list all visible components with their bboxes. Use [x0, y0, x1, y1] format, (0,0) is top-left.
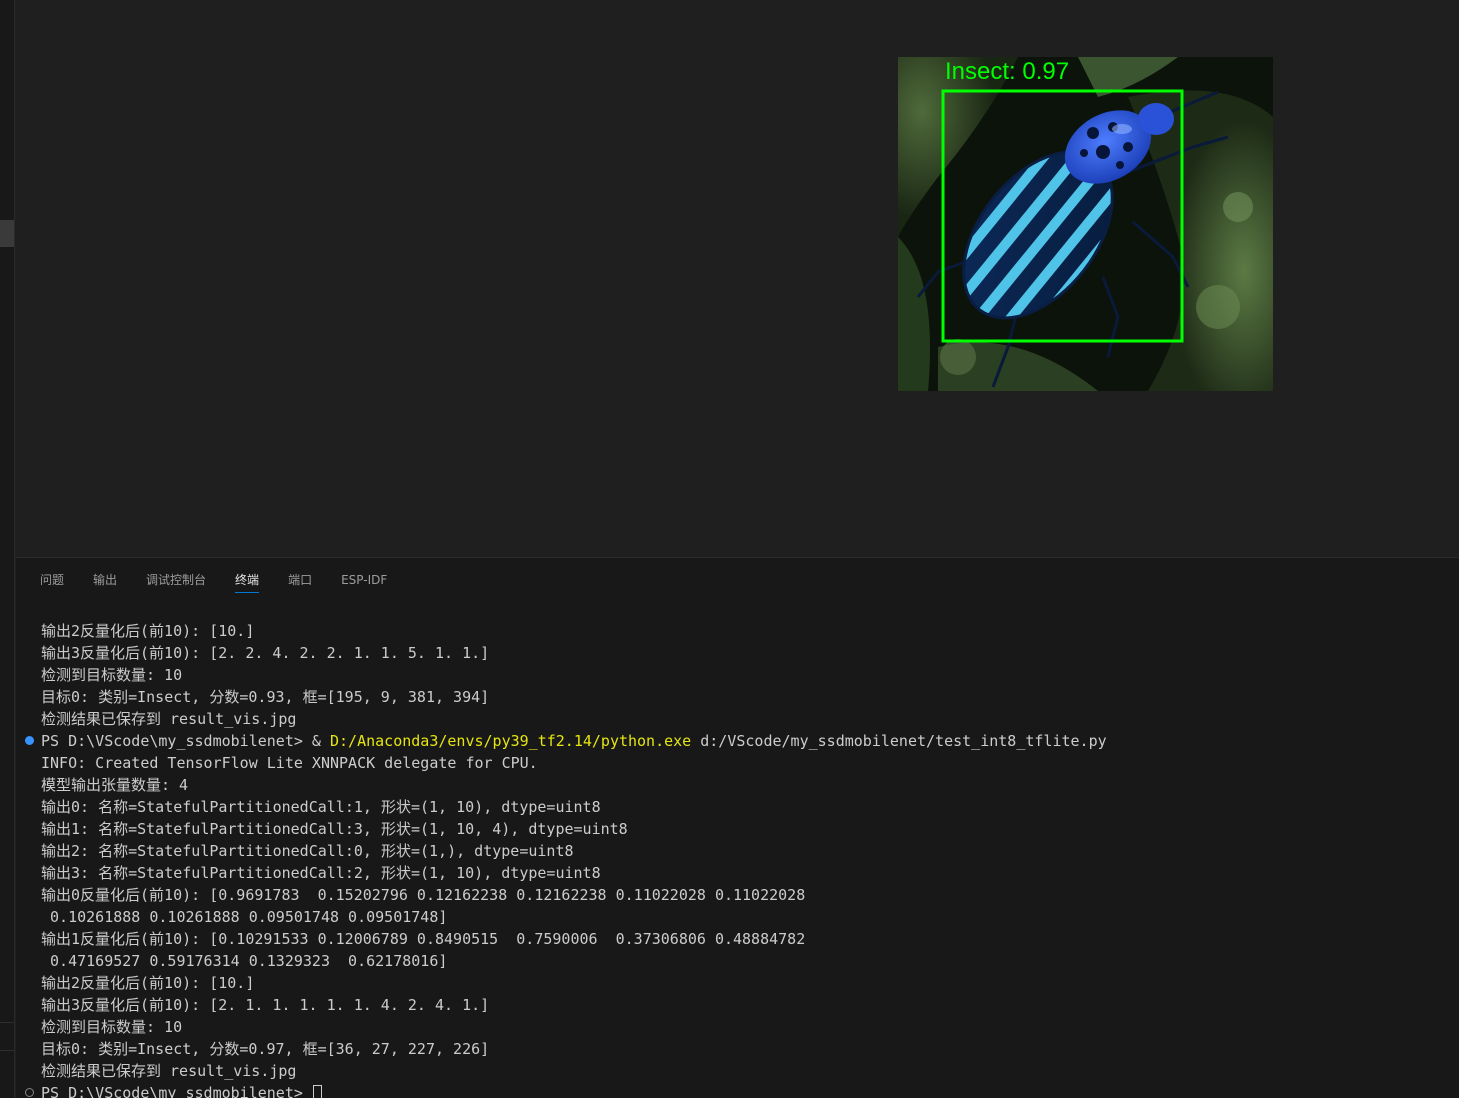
- terminal-text: 输出3反量化后(前10): [2. 1. 1. 1. 1. 1. 4. 2. 4…: [41, 996, 490, 1014]
- sidebar-edge: [0, 0, 15, 1098]
- terminal-text: 检测到目标数量: 10: [41, 1018, 183, 1036]
- tab-output[interactable]: 输出: [93, 558, 117, 600]
- terminal-text: 输出1反量化后(前10): [0.10291533 0.12006789 0.8…: [41, 930, 806, 948]
- terminal-text: 目标0: 类别=Insect, 分数=0.97, 框=[36, 27, 227,…: [41, 1040, 490, 1058]
- terminal-prompt: PS D:\VScode\my_ssdmobilenet> &: [41, 732, 330, 750]
- terminal-text: 检测到目标数量: 10: [41, 666, 183, 684]
- sidebar-divider: [0, 1050, 14, 1051]
- tab-terminal[interactable]: 终端: [235, 558, 260, 600]
- result-image: Insect: 0.97: [898, 57, 1273, 391]
- terminal-line: INFO: Created TensorFlow Lite XNNPACK de…: [16, 752, 1459, 774]
- terminal-line: 输出2反量化后(前10): [10.]: [16, 620, 1459, 642]
- terminal-text: 模型输出张量数量: 4: [41, 776, 189, 794]
- terminal-line: 输出3: 名称=StatefulPartitionedCall:2, 形状=(1…: [16, 862, 1459, 884]
- terminal-output[interactable]: 输出2反量化后(前10): [10.] 输出3反量化后(前10): [2. 2. …: [16, 620, 1459, 1098]
- command-status-icon[interactable]: [25, 736, 34, 745]
- terminal-text: 目标0: 类别=Insect, 分数=0.93, 框=[195, 9, 381,…: [41, 688, 490, 706]
- detection-label: Insect: 0.97: [945, 58, 1069, 85]
- terminal-line: 目标0: 类别=Insect, 分数=0.93, 框=[195, 9, 381,…: [16, 686, 1459, 708]
- terminal-line: 输出2反量化后(前10): [10.]: [16, 972, 1459, 994]
- terminal-line: 输出1反量化后(前10): [0.10291533 0.12006789 0.8…: [16, 928, 1459, 950]
- bottom-panel: 问题 输出 调试控制台 终端 端口 ESP-IDF 输出2反量化后(前10): [10.]…: [16, 557, 1459, 1098]
- terminal-text: 输出0: 名称=StatefulPartitionedCall:1, 形状=(1…: [41, 798, 601, 816]
- terminal-line: 输出0反量化后(前10): [0.9691783 0.15202796 0.12…: [16, 884, 1459, 906]
- terminal-text: 输出3反量化后(前10): [2. 2. 4. 2. 2. 1. 1. 5. 1…: [41, 644, 490, 662]
- terminal-text: INFO: Created TensorFlow Lite XNNPACK de…: [41, 754, 538, 772]
- script-path: d:/VScode/my_ssdmobilenet/test_int8_tfli…: [691, 732, 1107, 750]
- terminal-text: 输出1: 名称=StatefulPartitionedCall:3, 形状=(1…: [41, 820, 628, 838]
- terminal-line: 输出0: 名称=StatefulPartitionedCall:1, 形状=(1…: [16, 796, 1459, 818]
- tab-debug-console[interactable]: 调试控制台: [146, 558, 206, 600]
- python-executable-path: D:/Anaconda3/envs/py39_tf2.14/python.exe: [329, 732, 692, 750]
- tab-esp-idf[interactable]: ESP-IDF: [341, 558, 387, 600]
- terminal-line: 模型输出张量数量: 4: [16, 774, 1459, 796]
- terminal-line: 输出3反量化后(前10): [2. 2. 4. 2. 2. 1. 1. 5. 1…: [16, 642, 1459, 664]
- terminal-text: 输出2反量化后(前10): [10.]: [41, 622, 255, 640]
- terminal-text: 0.47169527 0.59176314 0.1329323 0.621780…: [41, 952, 448, 970]
- terminal-line: 输出2: 名称=StatefulPartitionedCall:0, 形状=(1…: [16, 840, 1459, 862]
- terminal-line: 输出3反量化后(前10): [2. 1. 1. 1. 1. 1. 4. 2. 4…: [16, 994, 1459, 1016]
- terminal-line: 检测结果已保存到 result_vis.jpg: [16, 1060, 1459, 1082]
- vscode-window: Insect: 0.97 问题 输出 调试控制台 终端 端口 ESP-IDF 输出2反量化…: [0, 0, 1459, 1098]
- sidebar-active-marker[interactable]: [0, 220, 14, 247]
- command-status-icon[interactable]: [25, 1088, 34, 1097]
- terminal-text: 0.10261888 0.10261888 0.09501748 0.09501…: [41, 908, 448, 926]
- terminal-line: 0.10261888 0.10261888 0.09501748 0.09501…: [16, 906, 1459, 928]
- panel-tab-bar: 问题 输出 调试控制台 终端 端口 ESP-IDF: [16, 558, 1459, 600]
- terminal-line: 检测到目标数量: 10: [16, 664, 1459, 686]
- terminal-prompt-line: PS D:\VScode\my_ssdmobilenet>: [16, 1082, 1459, 1098]
- terminal-line: 检测到目标数量: 10: [16, 1016, 1459, 1038]
- terminal-text: 输出2反量化后(前10): [10.]: [41, 974, 255, 992]
- terminal-text: 检测结果已保存到 result_vis.jpg: [41, 710, 297, 728]
- terminal-text: 检测结果已保存到 result_vis.jpg: [41, 1062, 297, 1080]
- beetle-detection-image: Insect: 0.97: [898, 57, 1273, 391]
- terminal-line: 目标0: 类别=Insect, 分数=0.97, 框=[36, 27, 227,…: [16, 1038, 1459, 1060]
- terminal-prompt: PS D:\VScode\my_ssdmobilenet>: [41, 1084, 312, 1098]
- image-preview-editor: Insect: 0.97: [16, 0, 1459, 557]
- sidebar-divider: [0, 1022, 14, 1023]
- terminal-line: 检测结果已保存到 result_vis.jpg: [16, 708, 1459, 730]
- terminal-line: 输出1: 名称=StatefulPartitionedCall:3, 形状=(1…: [16, 818, 1459, 840]
- tab-problems[interactable]: 问题: [40, 558, 64, 600]
- terminal-line: 0.47169527 0.59176314 0.1329323 0.621780…: [16, 950, 1459, 972]
- tab-ports[interactable]: 端口: [288, 558, 312, 600]
- terminal-text: 输出3: 名称=StatefulPartitionedCall:2, 形状=(1…: [41, 864, 601, 882]
- terminal-text: 输出0反量化后(前10): [0.9691783 0.15202796 0.12…: [41, 886, 806, 904]
- terminal-prompt-line: PS D:\VScode\my_ssdmobilenet> & D:/Anaco…: [16, 730, 1459, 752]
- terminal-text: 输出2: 名称=StatefulPartitionedCall:0, 形状=(1…: [41, 842, 574, 860]
- terminal-cursor[interactable]: [312, 1084, 322, 1098]
